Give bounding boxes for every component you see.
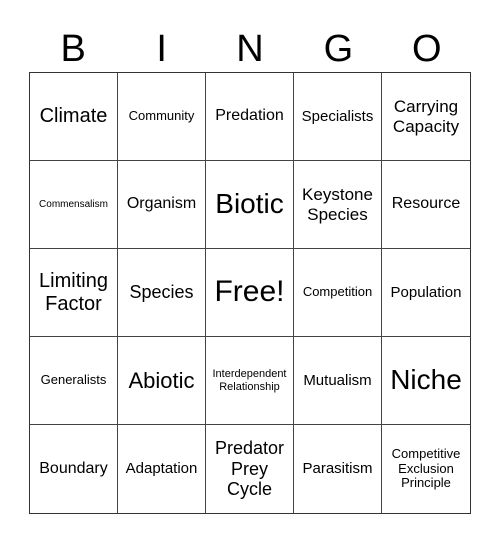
bingo-cell[interactable]: Specialists <box>294 73 382 161</box>
bingo-cell[interactable]: Keystone Species <box>294 161 382 249</box>
bingo-cell[interactable]: Adaptation <box>118 425 206 513</box>
header-letter-n: N <box>236 28 264 70</box>
bingo-cell[interactable]: Organism <box>118 161 206 249</box>
header-letter-o: O <box>412 28 442 70</box>
bingo-cell[interactable]: Biotic <box>206 161 294 249</box>
bingo-header: B I N G O <box>29 26 471 72</box>
free-space[interactable]: Free! <box>206 249 294 337</box>
bingo-cell[interactable]: Generalists <box>30 337 118 425</box>
bingo-cell[interactable]: Limiting Factor <box>30 249 118 337</box>
bingo-cell[interactable]: Climate <box>30 73 118 161</box>
bingo-cell[interactable]: Mutualism <box>294 337 382 425</box>
bingo-cell[interactable]: Boundary <box>30 425 118 513</box>
bingo-cell[interactable]: Niche <box>382 337 470 425</box>
bingo-cell[interactable]: Competitive Exclusion Principle <box>382 425 470 513</box>
bingo-cell[interactable]: Predation <box>206 73 294 161</box>
bingo-cell[interactable]: Commensalism <box>30 161 118 249</box>
header-letter-g: G <box>323 28 354 70</box>
bingo-cell[interactable]: Resource <box>382 161 470 249</box>
bingo-cell[interactable]: Predator Prey Cycle <box>206 425 294 513</box>
bingo-cell[interactable]: Carrying Capacity <box>382 73 470 161</box>
bingo-cell[interactable]: Species <box>118 249 206 337</box>
bingo-cell[interactable]: Abiotic <box>118 337 206 425</box>
bingo-cell[interactable]: Parasitism <box>294 425 382 513</box>
bingo-cell[interactable]: Interdependent Relationship <box>206 337 294 425</box>
bingo-grid: Climate Community Predation Specialists … <box>29 72 471 514</box>
header-letter-i: I <box>156 28 167 70</box>
header-letter-b: B <box>60 28 86 70</box>
bingo-cell[interactable]: Community <box>118 73 206 161</box>
bingo-cell[interactable]: Population <box>382 249 470 337</box>
bingo-cell[interactable]: Competition <box>294 249 382 337</box>
